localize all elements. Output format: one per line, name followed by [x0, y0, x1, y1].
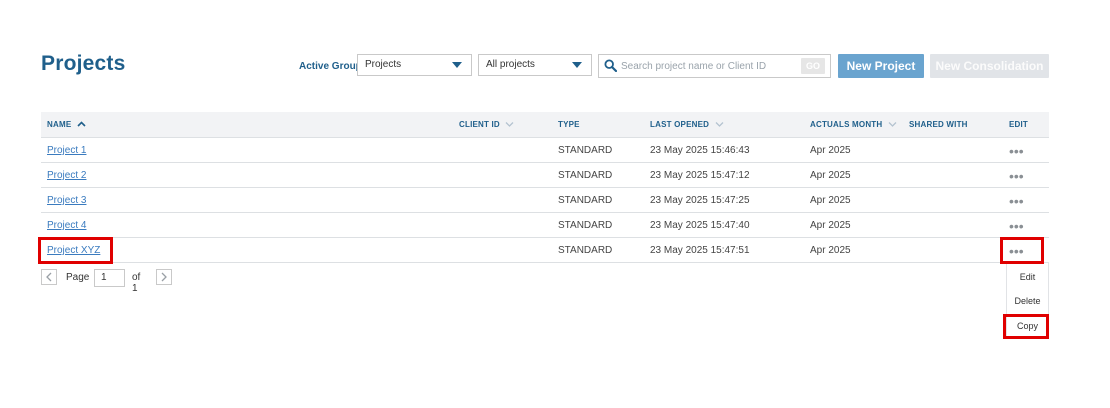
row-actions-menu: Edit Delete Copy	[1006, 262, 1049, 338]
last-opened-cell: 23 May 2025 15:47:12	[650, 170, 750, 181]
table-row: Project 3 STANDARD 23 May 2025 15:47:25 …	[41, 188, 1049, 213]
search-input[interactable]	[621, 58, 799, 74]
chevron-left-icon	[46, 272, 52, 282]
table-row: Project XYZ STANDARD 23 May 2025 15:47:5…	[41, 238, 1049, 263]
type-cell: STANDARD	[558, 195, 613, 206]
chevron-right-icon	[161, 272, 167, 282]
actuals-month-cell: Apr 2025	[810, 195, 851, 206]
active-group-select-value: Projects	[365, 59, 402, 70]
search-box: GO	[598, 54, 831, 78]
row-actions-menu-icon[interactable]: •••	[1009, 219, 1024, 233]
table-header: NAME CLIENT ID TYPE LAST OPENED ACTUALS …	[41, 112, 1049, 138]
project-link[interactable]: Project 3	[47, 195, 86, 206]
project-link[interactable]: Project XYZ	[47, 245, 100, 256]
actuals-month-cell: Apr 2025	[810, 145, 851, 156]
last-opened-cell: 23 May 2025 15:47:40	[650, 220, 750, 231]
project-filter-select[interactable]: All projects	[478, 54, 592, 76]
project-link[interactable]: Project 2	[47, 170, 86, 181]
next-page-button[interactable]	[156, 269, 172, 285]
sort-chevron-down-icon	[888, 121, 897, 127]
previous-page-button[interactable]	[41, 269, 57, 285]
column-header-last-opened[interactable]: LAST OPENED	[650, 120, 724, 129]
active-group-select[interactable]: Projects	[357, 54, 472, 76]
caret-down-icon	[572, 62, 582, 68]
column-header-type[interactable]: TYPE	[558, 120, 580, 129]
active-group-label: Active Group	[299, 61, 362, 72]
new-consolidation-button[interactable]: New Consolidation	[930, 54, 1049, 78]
project-link[interactable]: Project 1	[47, 145, 86, 156]
page-label: Page	[66, 272, 90, 283]
last-opened-cell: 23 May 2025 15:46:43	[650, 145, 750, 156]
table-row: Project 4 STANDARD 23 May 2025 15:47:40 …	[41, 213, 1049, 238]
page-total-label: of 1	[132, 272, 141, 294]
project-link[interactable]: Project 4	[47, 220, 86, 231]
projects-table: NAME CLIENT ID TYPE LAST OPENED ACTUALS …	[41, 112, 1049, 263]
actuals-month-cell: Apr 2025	[810, 220, 851, 231]
menu-item-delete[interactable]: Delete	[1007, 296, 1048, 306]
column-header-client-id[interactable]: CLIENT ID	[459, 120, 514, 129]
caret-down-icon	[452, 62, 462, 68]
sort-chevron-down-icon	[715, 121, 724, 127]
search-icon	[604, 59, 618, 77]
new-project-button[interactable]: New Project	[838, 54, 924, 78]
page-title: Projects	[41, 52, 126, 75]
last-opened-cell: 23 May 2025 15:47:25	[650, 195, 750, 206]
actuals-month-cell: Apr 2025	[810, 170, 851, 181]
menu-item-edit[interactable]: Edit	[1007, 272, 1048, 282]
type-cell: STANDARD	[558, 170, 613, 181]
table-row: Project 2 STANDARD 23 May 2025 15:47:12 …	[41, 163, 1049, 188]
project-filter-select-value: All projects	[486, 59, 535, 70]
row-actions-menu-icon[interactable]: •••	[1009, 194, 1024, 208]
row-actions-menu-icon[interactable]: •••	[1009, 244, 1024, 258]
row-actions-menu-icon[interactable]: •••	[1009, 169, 1024, 183]
go-button[interactable]: GO	[801, 58, 825, 74]
sort-ascending-icon	[77, 121, 86, 127]
row-actions-menu-icon[interactable]: •••	[1009, 144, 1024, 158]
type-cell: STANDARD	[558, 145, 613, 156]
type-cell: STANDARD	[558, 245, 613, 256]
page-number-input[interactable]: 1	[94, 269, 125, 287]
last-opened-cell: 23 May 2025 15:47:51	[650, 245, 750, 256]
column-header-shared-with: SHARED WITH	[909, 120, 968, 129]
actuals-month-cell: Apr 2025	[810, 245, 851, 256]
menu-item-copy[interactable]: Copy	[1007, 321, 1048, 331]
table-row: Project 1 STANDARD 23 May 2025 15:46:43 …	[41, 138, 1049, 163]
type-cell: STANDARD	[558, 220, 613, 231]
column-header-edit: EDIT	[1009, 120, 1029, 129]
column-header-actuals-month[interactable]: ACTUALS MONTH	[810, 120, 897, 129]
sort-chevron-down-icon	[505, 121, 514, 127]
column-header-name[interactable]: NAME	[47, 120, 86, 129]
